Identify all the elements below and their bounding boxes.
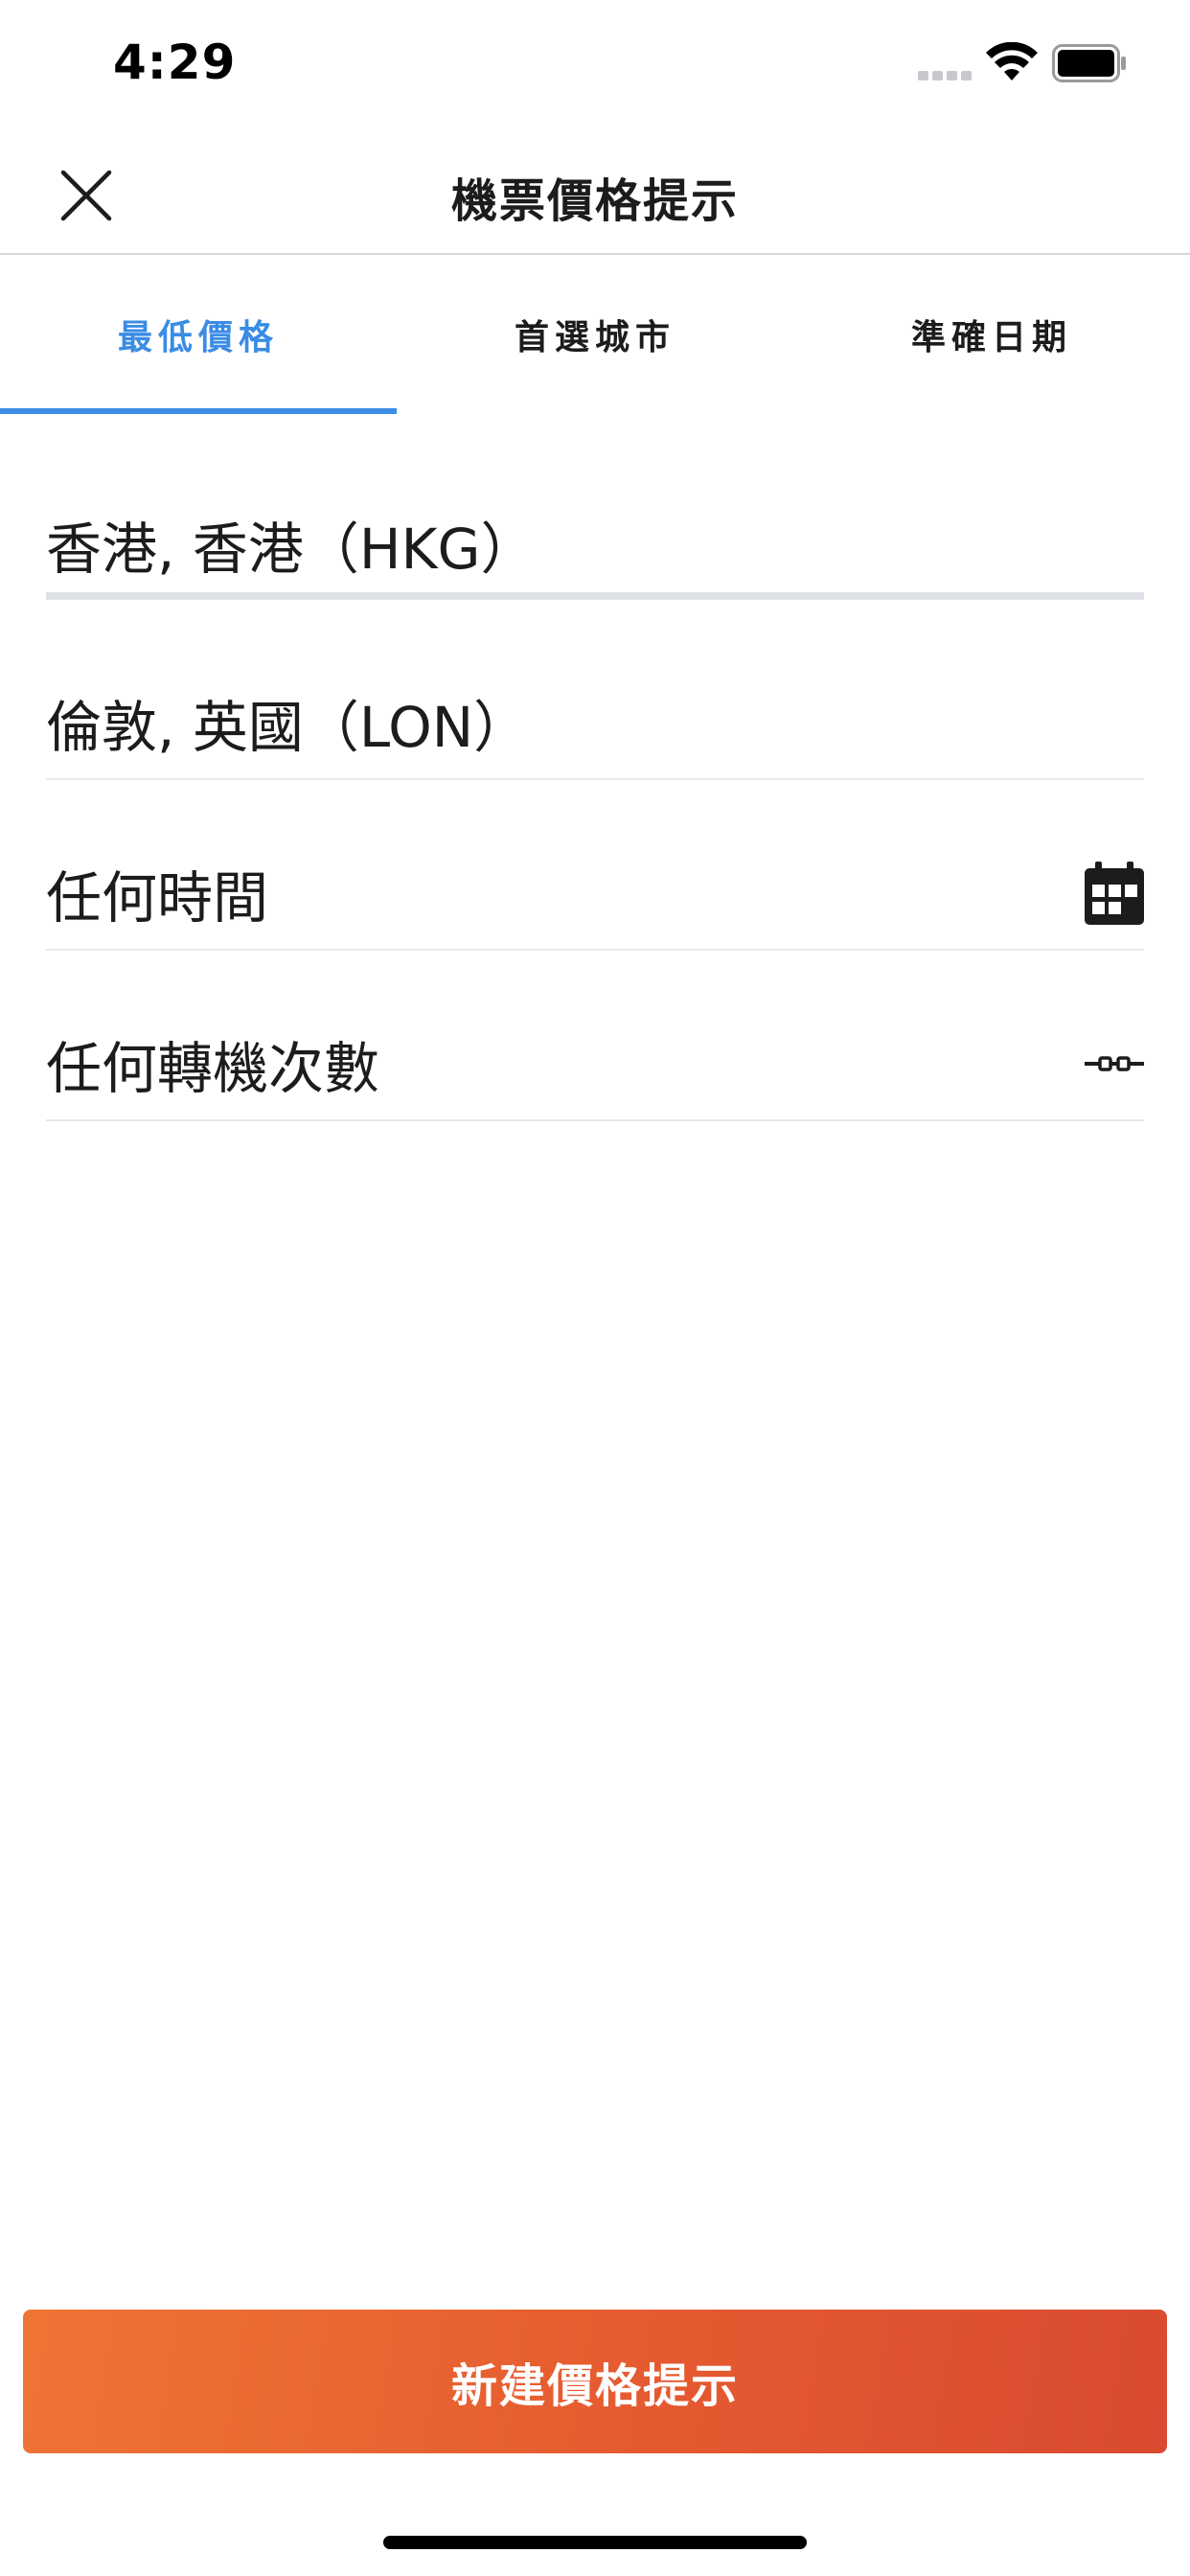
status-time: 4:29 [113,34,237,90]
battery-icon [1052,44,1126,82]
wifi-icon [986,42,1038,80]
stops-icon [1085,1054,1144,1073]
create-price-alert-button[interactable]: 新建價格提示 [23,2310,1167,2453]
date-underline [46,949,1144,951]
tab-exact-date[interactable]: 準確日期 [793,255,1190,414]
stops-value: 任何轉機次數 [46,1036,380,1101]
origin-field[interactable]: 香港, 香港（HKG） [46,489,1144,600]
status-bar: 4:29 [0,0,1190,125]
tab-preferred-city[interactable]: 首選城市 [397,255,793,414]
origin-underline [46,592,1144,600]
tab-bar: 最低價格 首選城市 準確日期 [0,255,1190,414]
stops-underline [46,1119,1144,1121]
destination-underline [46,778,1144,780]
header: 機票價格提示 [0,125,1190,255]
origin-value: 香港, 香港（HKG） [46,517,537,582]
price-alert-screen: 4:29 機票價格提示 最低價格 首選城市 準確日期 香港, 香港（HKG） 倫… [0,0,1190,2576]
date-value: 任何時間 [46,865,269,931]
destination-field[interactable]: 倫敦, 英國（LON） [46,665,1144,780]
page-title: 機票價格提示 [450,174,739,228]
calendar-icon [1085,862,1144,925]
tab-lowest-price[interactable]: 最低價格 [0,255,397,414]
cellular-signal-icon [918,67,973,80]
destination-value: 倫敦, 英國（LON） [46,695,530,760]
stops-field[interactable]: 任何轉機次數 [46,1006,1144,1121]
date-field[interactable]: 任何時間 [46,836,1144,951]
home-indicator [383,2536,807,2549]
